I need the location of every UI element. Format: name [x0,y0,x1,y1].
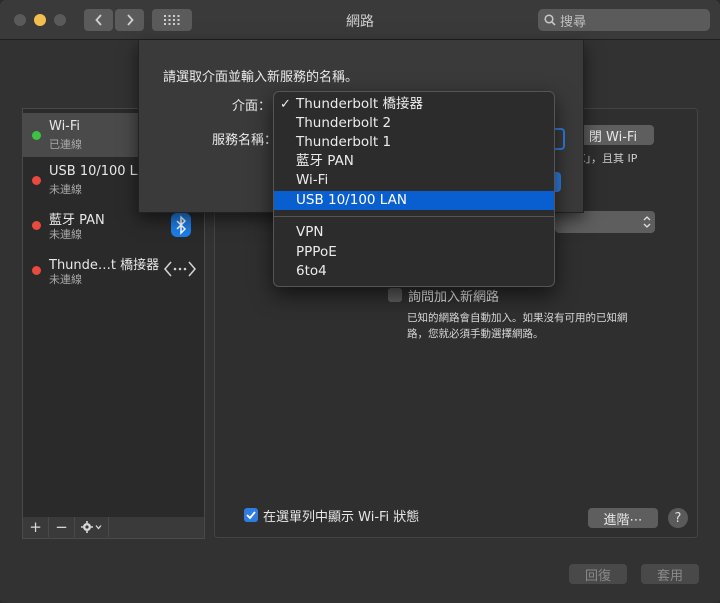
menu-item-wifi[interactable]: Wi-Fi [274,171,554,190]
network-name-popup[interactable] [555,211,655,233]
menu-separator [274,216,554,217]
add-service-button[interactable]: + [23,517,49,537]
service-name-label: 服務名稱： [211,133,277,148]
search-icon [544,14,556,26]
show-in-menubar-label: 在選單列中顯示 Wi-Fi 狀態 [263,510,420,525]
service-name: Wi-Fi [49,119,81,134]
menu-item-bluetooth-pan[interactable]: 藍牙 PAN [274,152,554,171]
status-dot [32,131,41,140]
apply-button[interactable]: 套用 [641,564,699,584]
minimize-window-button[interactable] [34,14,46,26]
service-status: 未連線 [49,228,82,241]
menu-item-thunderbolt-bridge[interactable]: ✓ Thunderbolt 橋接器 [274,95,554,114]
sheet-prompt: 請選取介面並輸入新服務的名稱。 [163,70,359,85]
status-description: X」，且其 IP [578,152,638,165]
title-bar: 網路 搜尋 [0,0,720,40]
show-all-button[interactable] [152,9,192,31]
close-window-button[interactable] [14,14,26,26]
advanced-button[interactable]: 進階⋯ [588,508,658,528]
ask-join-label: 詢問加入新網路 [408,290,500,305]
turn-off-wifi-button[interactable]: 閉 Wi-Fi [572,125,654,145]
checkmark-icon [246,511,256,520]
revert-button[interactable]: 回復 [569,564,627,584]
menu-item-6to4[interactable]: 6to4 [274,262,554,281]
back-button[interactable] [84,9,113,31]
checkmark-icon: ✓ [280,97,291,112]
service-item-thunderbolt-bridge[interactable]: Thunde…t 橋接器 未連線 [23,248,204,292]
updown-chevron-icon [643,216,651,228]
menu-item-thunderbolt-1[interactable]: Thunderbolt 1 [274,133,554,152]
menu-item-usb-lan[interactable]: USB 10/100 LAN [274,191,554,210]
chevron-right-icon [126,14,134,26]
search-field[interactable]: 搜尋 [538,9,710,31]
navigation-buttons [84,9,144,31]
network-preferences-window: 網路 搜尋 Wi-Fi 已連線 USB 10/100 LAN 未連線 藍牙 PA… [0,0,720,603]
interface-popup-menu: ✓ Thunderbolt 橋接器 Thunderbolt 2 Thunderb… [273,91,555,287]
zoom-window-button[interactable] [54,14,66,26]
search-placeholder: 搜尋 [560,14,587,30]
service-status: 未連線 [49,183,82,196]
service-status: 未連線 [49,273,82,286]
forward-button[interactable] [115,9,144,31]
service-status: 已連線 [49,138,82,151]
service-list-toolbar: + − [22,517,205,539]
interface-label: 介面： [231,99,271,114]
thunderbolt-bridge-icon [163,260,197,282]
gear-icon [80,521,101,533]
show-in-menubar-checkbox[interactable] [244,508,258,522]
status-dot [32,266,41,275]
chevron-left-icon [94,14,102,26]
ask-join-checkbox[interactable] [388,288,402,302]
menu-item-thunderbolt-2[interactable]: Thunderbolt 2 [274,114,554,133]
remove-service-button[interactable]: − [49,517,75,537]
menu-item-pppoe[interactable]: PPPoE [274,243,554,262]
action-menu-button[interactable] [75,517,109,537]
ask-join-description: 已知的網路會自動加入。如果沒有可用的已知網路，您就必須手動選擇網路。 [407,312,628,340]
bluetooth-icon [171,213,191,241]
status-dot [32,221,41,230]
status-dot [32,176,41,185]
help-button[interactable]: ? [668,508,688,528]
menu-item-vpn[interactable]: VPN [274,223,554,242]
grid-icon [164,15,180,25]
